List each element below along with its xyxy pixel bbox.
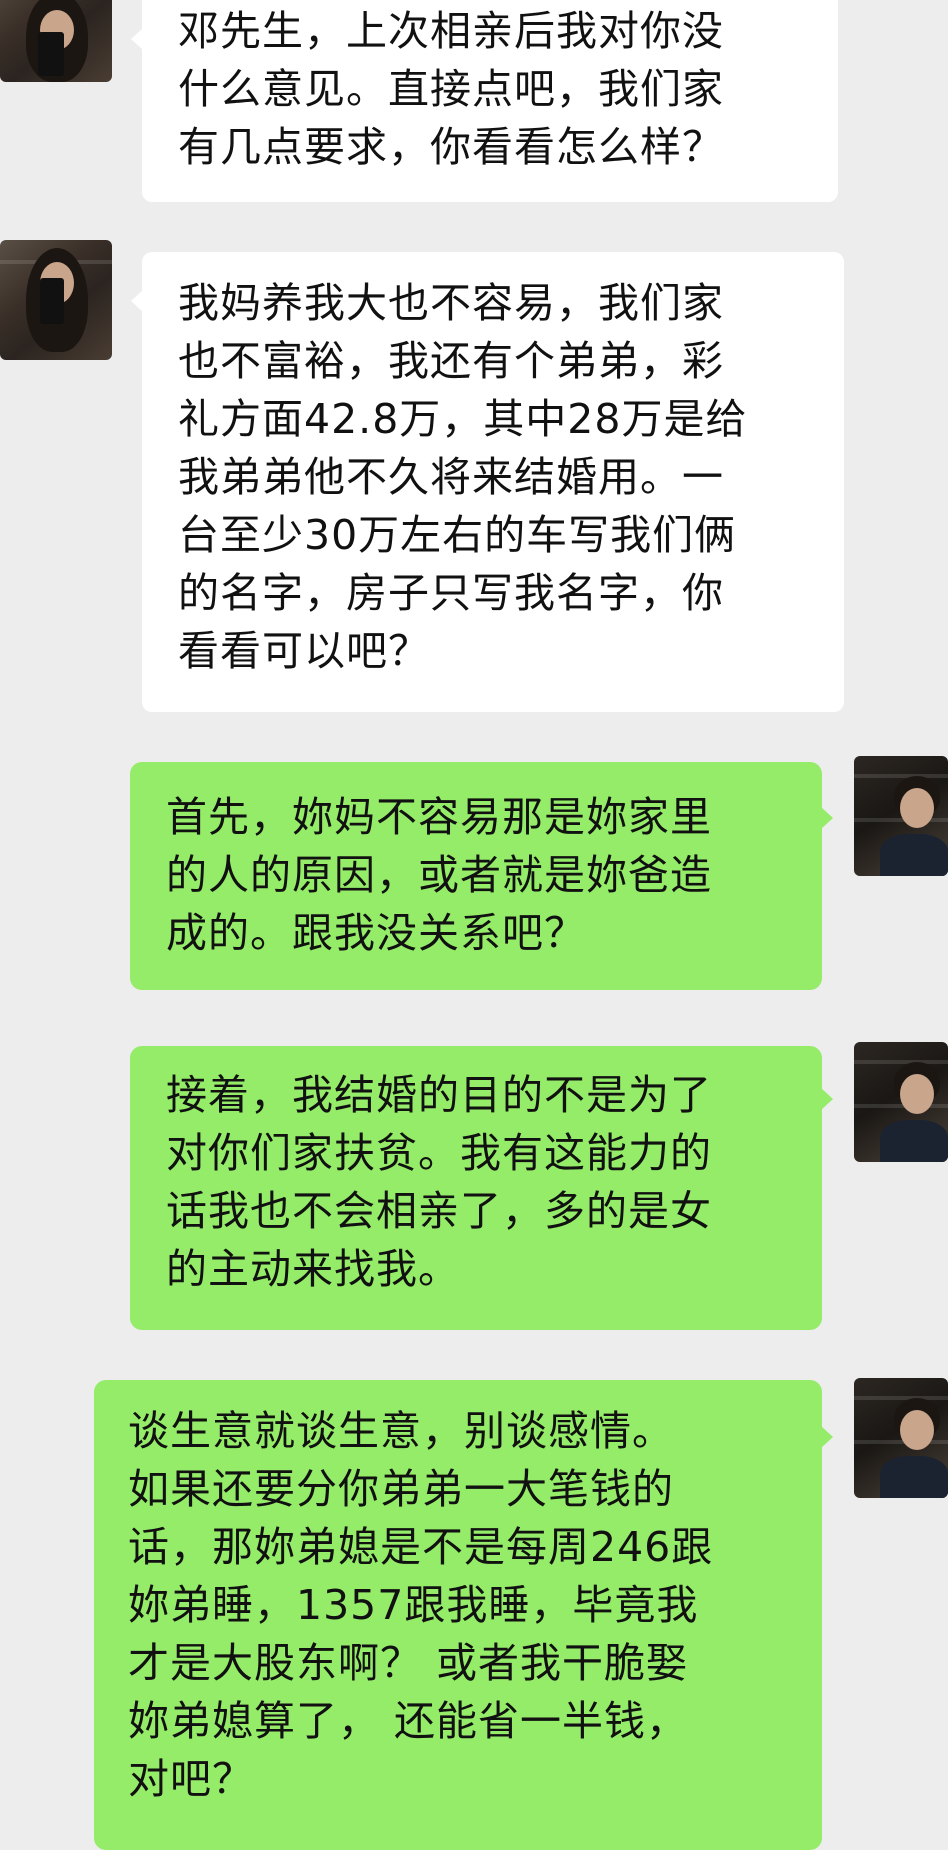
message-bubble[interactable]: 谈生意就谈生意，别谈感情。 如果还要分你弟弟一大笔钱的 话，那妳弟媳是不是每周2… [94,1380,833,1850]
message-text: 邓先生，上次相亲后我对你没 什么意见。直接点吧，我们家 有几点要求，你看看怎么样… [178,7,724,171]
message-text: 接着，我结婚的目的不是为了 对你们家扶贫。我有这能力的 话我也不会相亲了，多的是… [166,1071,712,1293]
message-bubble[interactable]: 邓先生，上次相亲后我对你没 什么意见。直接点吧，我们家 有几点要求，你看看怎么样… [131,0,838,202]
message-bubble[interactable]: 我妈养我大也不容易，我们家 也不富裕，我还有个弟弟，彩 礼方面42.8万，其中2… [131,252,844,712]
message-text: 谈生意就谈生意，别谈感情。 如果还要分你弟弟一大笔钱的 话，那妳弟媳是不是每周2… [128,1407,714,1803]
message-bubble[interactable]: 首先，妳妈不容易那是妳家里 的人的原因，或者就是妳爸造 成的。跟我没关系吧？ [130,762,833,990]
sender-avatar[interactable] [0,0,112,82]
message-bubble[interactable]: 接着，我结婚的目的不是为了 对你们家扶贫。我有这能力的 话我也不会相亲了，多的是… [130,1046,833,1330]
message-text: 我妈养我大也不容易，我们家 也不富裕，我还有个弟弟，彩 礼方面42.8万，其中2… [178,279,748,675]
my-avatar[interactable] [854,756,948,876]
message-text: 首先，妳妈不容易那是妳家里 的人的原因，或者就是妳爸造 成的。跟我没关系吧？ [166,793,712,957]
sender-avatar[interactable] [0,240,112,360]
my-avatar[interactable] [854,1042,948,1162]
my-avatar[interactable] [854,1378,948,1498]
